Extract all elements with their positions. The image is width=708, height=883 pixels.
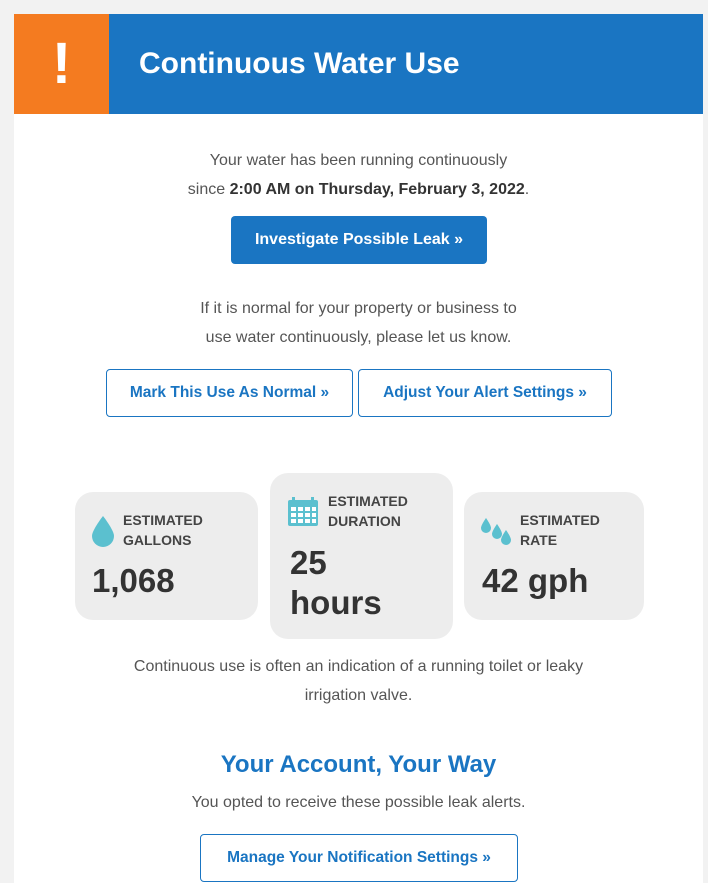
rate-value: 42 gph (482, 562, 589, 599)
explanation-line-1: Continuous use is often an indication of… (133, 658, 584, 675)
mark-normal-button[interactable]: Mark This Use As Normal » (106, 369, 353, 417)
duration-label: ESTIMATED DURATION (328, 493, 408, 529)
since-time: 2:00 AM on Thursday, February 3, 2022 (229, 181, 525, 198)
water-drops-icon (481, 518, 511, 545)
estimated-rate-card: ESTIMATED RATE 42 gph (464, 492, 644, 620)
rate-label: ESTIMATED RATE (520, 512, 600, 548)
gallons-value: 1,068 (92, 562, 175, 599)
intro-line-2: since 2:00 AM on Thursday, February 3, 2… (187, 181, 530, 198)
manage-notification-settings-button[interactable]: Manage Your Notification Settings » (200, 834, 518, 882)
normal-note-line-1: If it is normal for your property or bus… (200, 300, 517, 317)
investigate-leak-button[interactable]: Investigate Possible Leak » (231, 216, 487, 264)
alert-header: ! Continuous Water Use (14, 14, 703, 114)
account-subtitle: You opted to receive these possible leak… (191, 794, 526, 811)
exclamation-icon: ! (51, 31, 72, 96)
intro-line-1: Your water has been running continuously (209, 152, 508, 169)
gallons-label: ESTIMATED GALLONS (123, 512, 203, 548)
page-title: Continuous Water Use (139, 47, 460, 80)
explanation-line-2: irrigation valve. (304, 687, 413, 704)
water-drop-icon (92, 516, 114, 547)
duration-value: 25 hours (290, 544, 382, 621)
estimated-duration-card: ESTIMATED DURATION 25 hours (270, 473, 453, 639)
estimated-gallons-card: ESTIMATED GALLONS 1,068 (75, 492, 258, 620)
account-section-title: Your Account, Your Way (220, 751, 497, 778)
intro-text: Your water has been running continuously… (14, 146, 703, 204)
calendar-icon (288, 497, 318, 526)
alert-icon-box: ! (14, 14, 109, 114)
alert-email-card: ! Continuous Water Use Your water has be… (14, 14, 703, 883)
normal-note-text: If it is normal for your property or bus… (14, 294, 703, 352)
explanation-text: Continuous use is often an indication of… (14, 652, 703, 710)
normal-note-line-2: use water continuously, please let us kn… (205, 329, 512, 346)
adjust-alert-settings-button[interactable]: Adjust Your Alert Settings » (358, 369, 612, 417)
